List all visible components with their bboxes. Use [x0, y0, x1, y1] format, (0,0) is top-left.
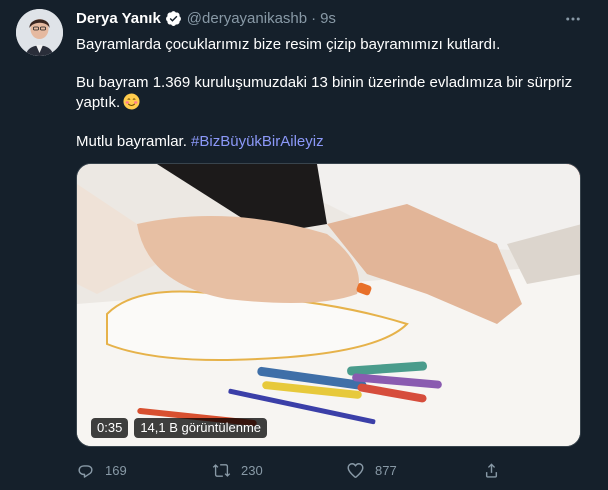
retweet-icon — [212, 463, 231, 477]
verified-badge-icon — [165, 10, 182, 27]
video-duration: 0:35 — [91, 418, 129, 438]
share-icon — [485, 462, 498, 478]
tweet-text-line-4: Mutlu bayramlar. #BizBüyükBirAileyiz — [76, 132, 324, 152]
tweet-text-line-3-text: yaptık. — [76, 94, 121, 111]
video-frame — [77, 164, 580, 446]
header-separator: · — [311, 9, 317, 27]
smiling-face-emoji-icon — [123, 93, 140, 110]
tweet-text-line-3: yaptık. — [76, 93, 140, 113]
like-button[interactable]: 877 — [346, 458, 397, 482]
avatar[interactable] — [16, 9, 63, 56]
more-options-button[interactable] — [563, 9, 583, 29]
video-player[interactable]: 0:35 14,1 B görüntülenme — [76, 163, 581, 447]
more-options-icon — [566, 17, 580, 21]
author-handle[interactable]: @deryayanikashb — [187, 10, 307, 27]
author-name[interactable]: Derya Yanık — [76, 10, 161, 27]
retweet-button[interactable]: 230 — [212, 458, 263, 482]
heart-icon — [347, 462, 364, 478]
video-view-count: 14,1 B görüntülenme — [134, 418, 268, 438]
tweet-text-line-1: Bayramlarda çocuklarımız bize resim çizi… — [76, 36, 501, 53]
reply-count: 169 — [105, 462, 127, 478]
like-count: 877 — [375, 462, 397, 478]
avatar-image — [16, 9, 63, 56]
tweet-actions: 169 230 877 — [76, 458, 506, 482]
tweet-text-line-4-text: Mutlu bayramlar. — [76, 133, 192, 150]
retweet-count: 230 — [241, 462, 263, 478]
hashtag-link[interactable]: #BizBüyükBirAileyiz — [191, 133, 324, 150]
tweet-timestamp[interactable]: 9s — [320, 10, 336, 27]
tweet: Derya Yanık @deryayanikashb · 9s Bayraml… — [0, 0, 608, 490]
share-button[interactable] — [482, 458, 511, 482]
reply-icon — [78, 464, 93, 478]
tweet-text-line-2: Bu bayram 1.369 kuruluşumuzdaki 13 binin… — [76, 74, 573, 91]
tweet-header: Derya Yanık @deryayanikashb · 9s — [76, 8, 336, 28]
reply-button[interactable]: 169 — [76, 458, 127, 482]
video-info-overlay: 0:35 14,1 B görüntülenme — [91, 418, 268, 438]
